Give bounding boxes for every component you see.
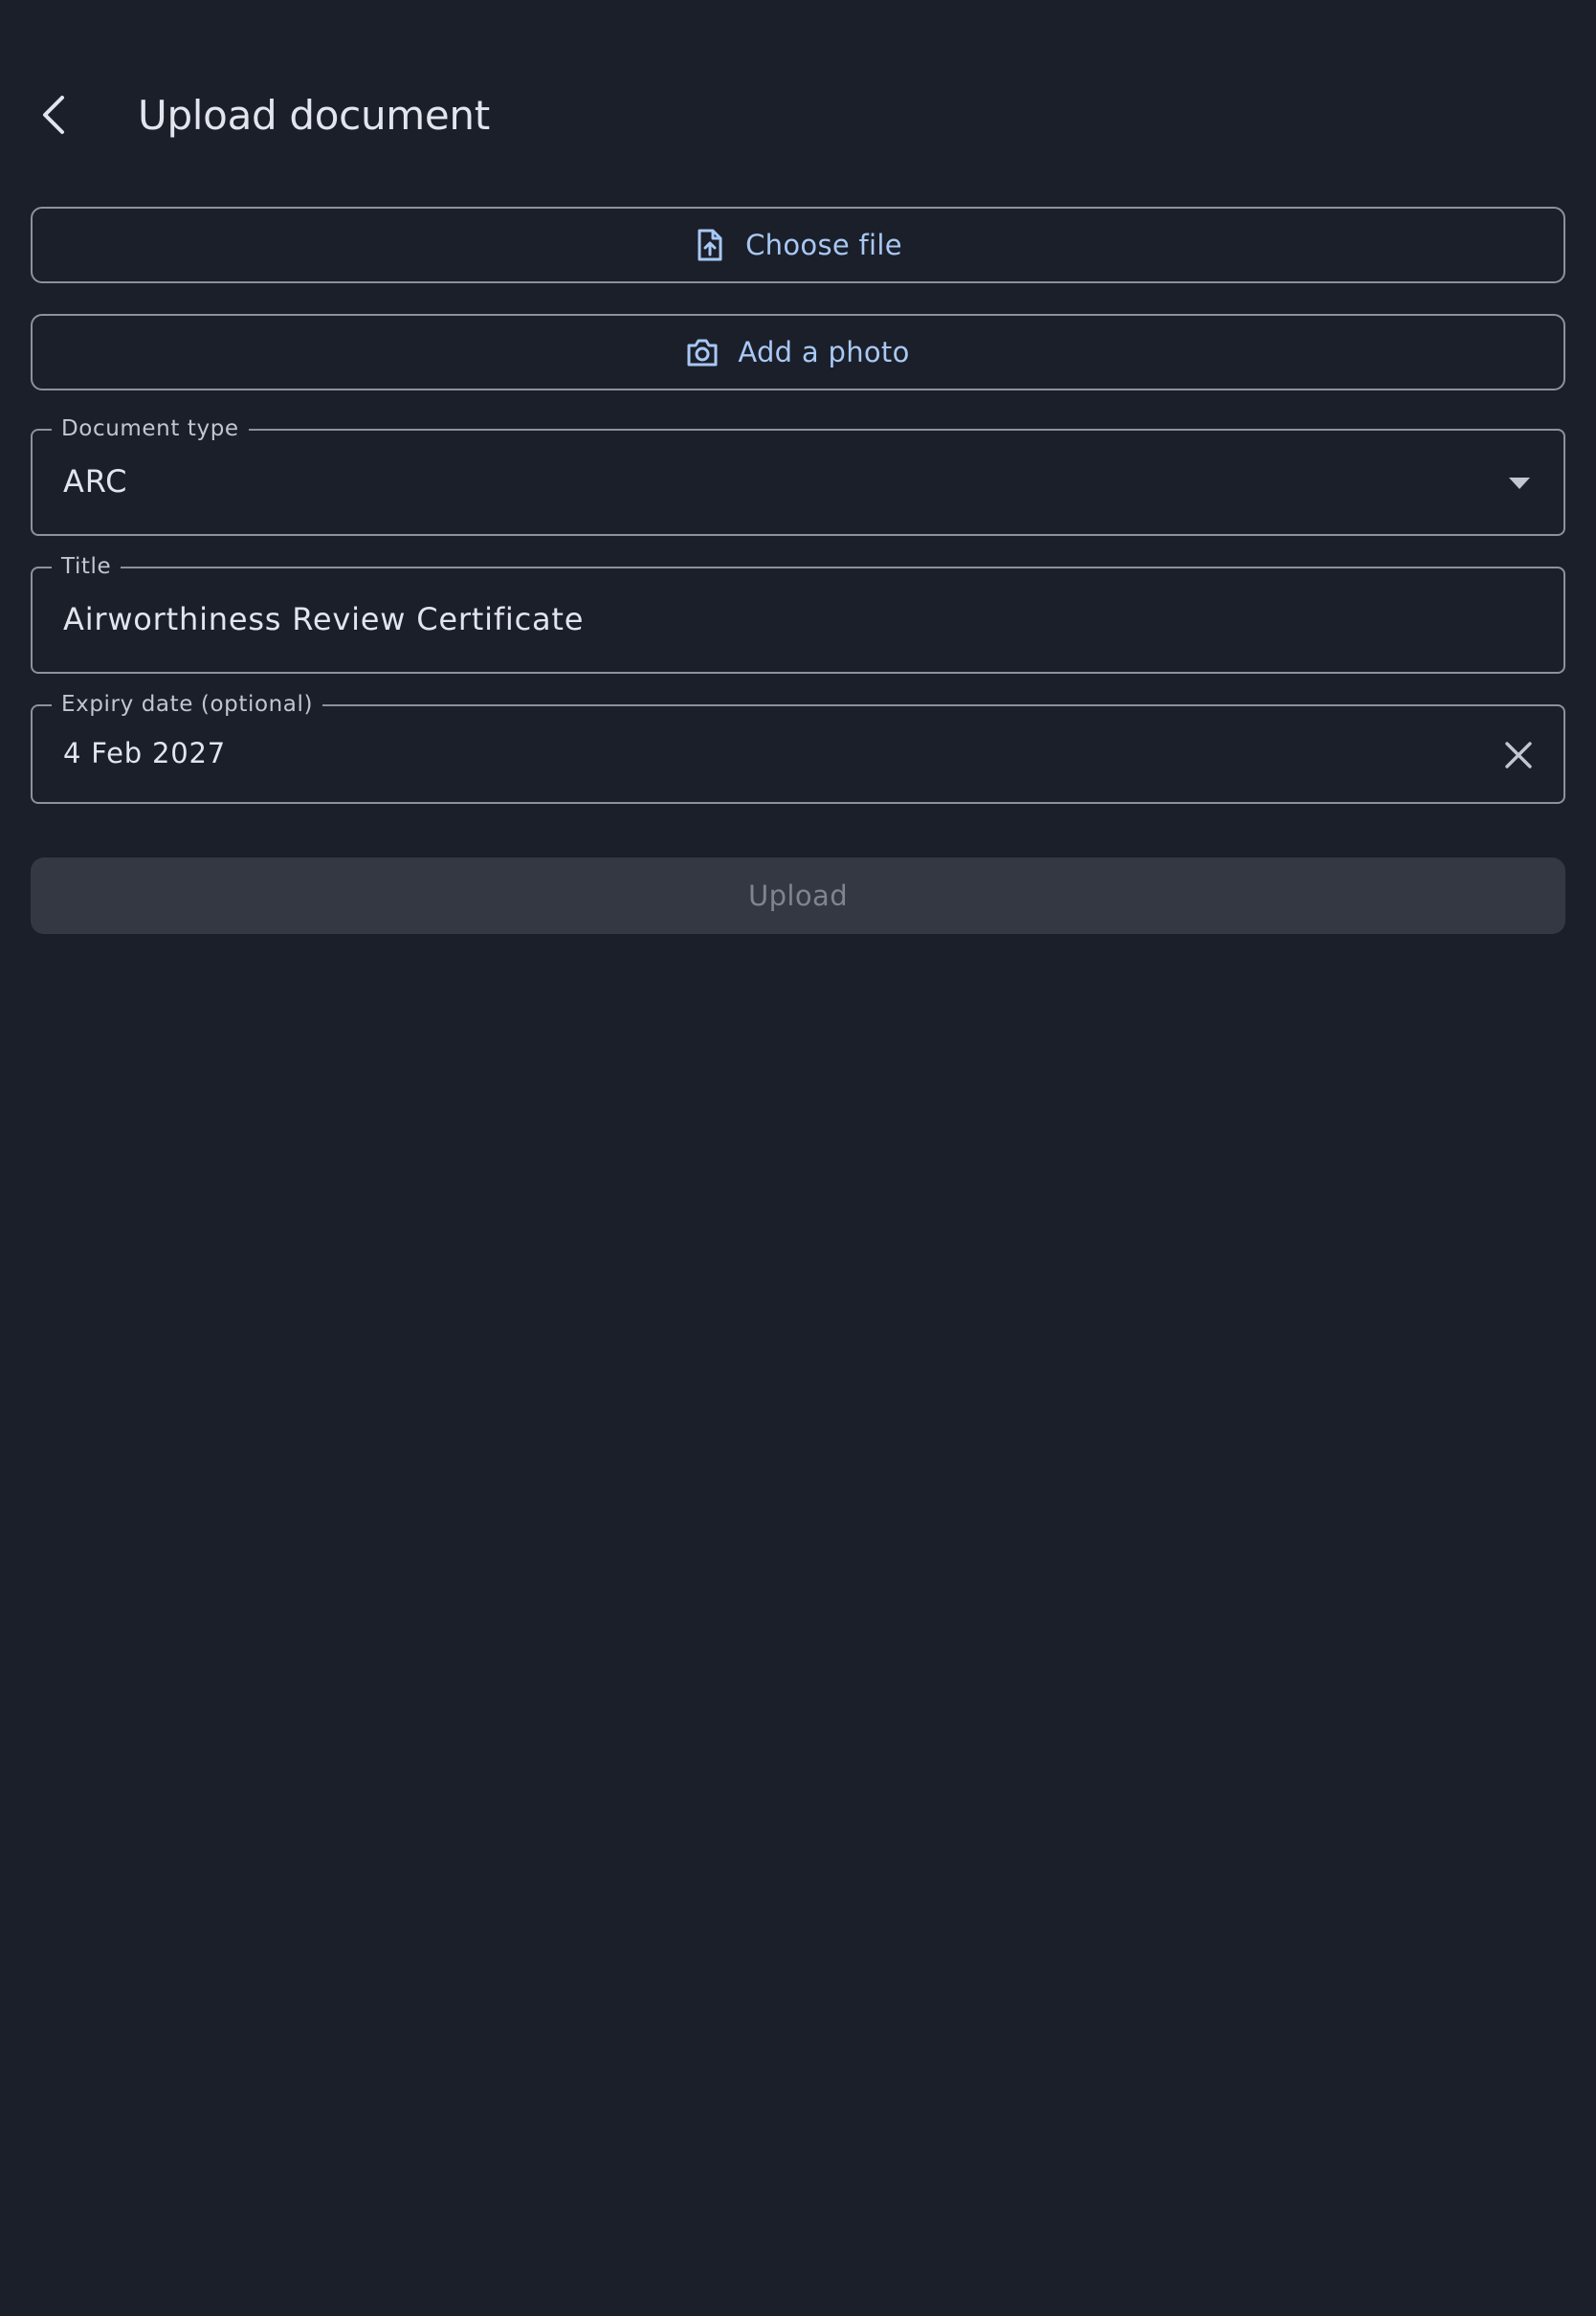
chevron-left-icon	[43, 96, 64, 134]
expiry-date-value: 4 Feb 2027	[63, 737, 227, 769]
document-type-select[interactable]: Document type ARC	[31, 413, 1565, 536]
add-photo-button[interactable]: Add a photo	[31, 314, 1565, 390]
upload-button[interactable]: Upload	[31, 857, 1565, 934]
title-field[interactable]: Title Airworthiness Review Certificate	[31, 551, 1565, 674]
expiry-date-label: Expiry date (optional)	[52, 689, 323, 720]
document-type-label: Document type	[52, 413, 249, 444]
close-icon	[1505, 742, 1532, 768]
expiry-date-field[interactable]: Expiry date (optional) 4 Feb 2027	[31, 689, 1565, 804]
clear-date-button[interactable]	[1498, 735, 1539, 775]
dropdown-arrow-icon[interactable]	[1508, 477, 1531, 490]
file-upload-icon	[694, 228, 726, 262]
title-label: Title	[52, 551, 122, 582]
camera-icon	[686, 335, 719, 369]
choose-file-label: Choose file	[745, 229, 902, 261]
choose-file-button[interactable]: Choose file	[31, 207, 1565, 283]
upload-label: Upload	[747, 880, 848, 912]
document-type-value: ARC	[63, 463, 128, 500]
page-title: Upload document	[138, 92, 490, 139]
title-value: Airworthiness Review Certificate	[63, 601, 585, 637]
top-app-bar: Upload document	[0, 0, 1596, 153]
add-photo-label: Add a photo	[738, 336, 910, 368]
back-button[interactable]	[21, 82, 86, 147]
